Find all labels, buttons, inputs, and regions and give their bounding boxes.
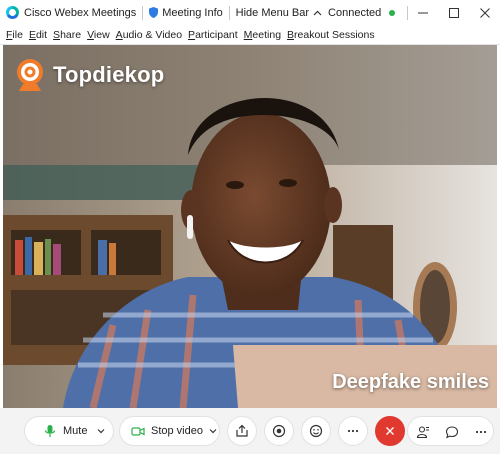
title-bar: Cisco Webex Meetings Meeting Info Hide M… [0, 0, 500, 25]
share-button[interactable] [227, 416, 257, 446]
app-title: Cisco Webex Meetings [0, 0, 142, 25]
menu-share[interactable]: Share [50, 29, 84, 41]
close-button[interactable] [469, 0, 500, 25]
maximize-button[interactable] [439, 0, 470, 25]
chevron-down-icon[interactable] [97, 427, 105, 435]
menu-meeting[interactable]: Meeting [241, 29, 284, 41]
more-icon [347, 429, 359, 433]
end-meeting-button[interactable] [375, 416, 405, 446]
more-panels-icon [475, 430, 486, 434]
hide-menu-bar-label: Hide Menu Bar [235, 6, 310, 19]
connection-status: Connected [328, 7, 407, 19]
menu-file[interactable]: File [3, 29, 26, 41]
menu-audio-video[interactable]: Audio & Video [113, 29, 185, 41]
status-dot-icon [389, 9, 396, 16]
watermark-logo: Topdiekop [13, 57, 164, 93]
record-button[interactable] [264, 416, 294, 446]
hide-menu-bar-button[interactable]: Hide Menu Bar [230, 0, 328, 25]
menu-breakout-sessions[interactable]: Breakout Sessions [284, 29, 378, 41]
more-options-button[interactable] [338, 416, 368, 446]
minimize-button[interactable] [408, 0, 439, 25]
close-icon [479, 7, 490, 18]
stop-video-button[interactable]: Stop video [119, 416, 220, 446]
stop-video-label: Stop video [151, 425, 203, 437]
video-caption: Deepfake smiles [332, 371, 489, 393]
meeting-info-label: Meeting Info [162, 6, 223, 19]
participant-video-image [3, 45, 497, 408]
video-feed: Topdiekop Deepfake smiles [3, 45, 497, 408]
shield-icon [149, 7, 159, 18]
app-name: Cisco Webex Meetings [24, 6, 137, 19]
webcam-icon [17, 59, 43, 91]
reactions-icon [309, 424, 323, 438]
record-icon [272, 424, 286, 438]
chat-button[interactable] [437, 417, 466, 447]
chevron-up-icon [313, 10, 322, 15]
maximize-icon [449, 7, 460, 18]
chevron-down-icon[interactable] [209, 427, 217, 435]
webex-logo-icon [6, 6, 19, 19]
mute-label: Mute [63, 425, 88, 437]
meeting-info-button[interactable]: Meeting Info [143, 0, 229, 25]
more-panels-button[interactable] [466, 417, 495, 447]
minimize-icon [418, 12, 429, 13]
meeting-controls: Mute Stop video [0, 408, 500, 454]
mute-button[interactable]: Mute [24, 416, 114, 446]
microphone-icon [44, 425, 56, 437]
chat-icon [445, 426, 458, 439]
end-call-icon [386, 427, 394, 435]
participants-button[interactable] [408, 417, 437, 447]
menu-edit[interactable]: Edit [26, 29, 50, 41]
connection-status-label: Connected [328, 6, 382, 19]
reactions-button[interactable] [301, 416, 331, 446]
panel-buttons [407, 416, 494, 446]
menu-participant[interactable]: Participant [185, 29, 241, 41]
watermark-text: Topdiekop [53, 62, 165, 87]
menu-view[interactable]: View [84, 29, 113, 41]
video-camera-icon [131, 427, 145, 436]
participants-icon [416, 426, 429, 439]
share-icon [236, 424, 248, 437]
menu-bar: File Edit Share View Audio & Video Parti… [0, 25, 500, 45]
